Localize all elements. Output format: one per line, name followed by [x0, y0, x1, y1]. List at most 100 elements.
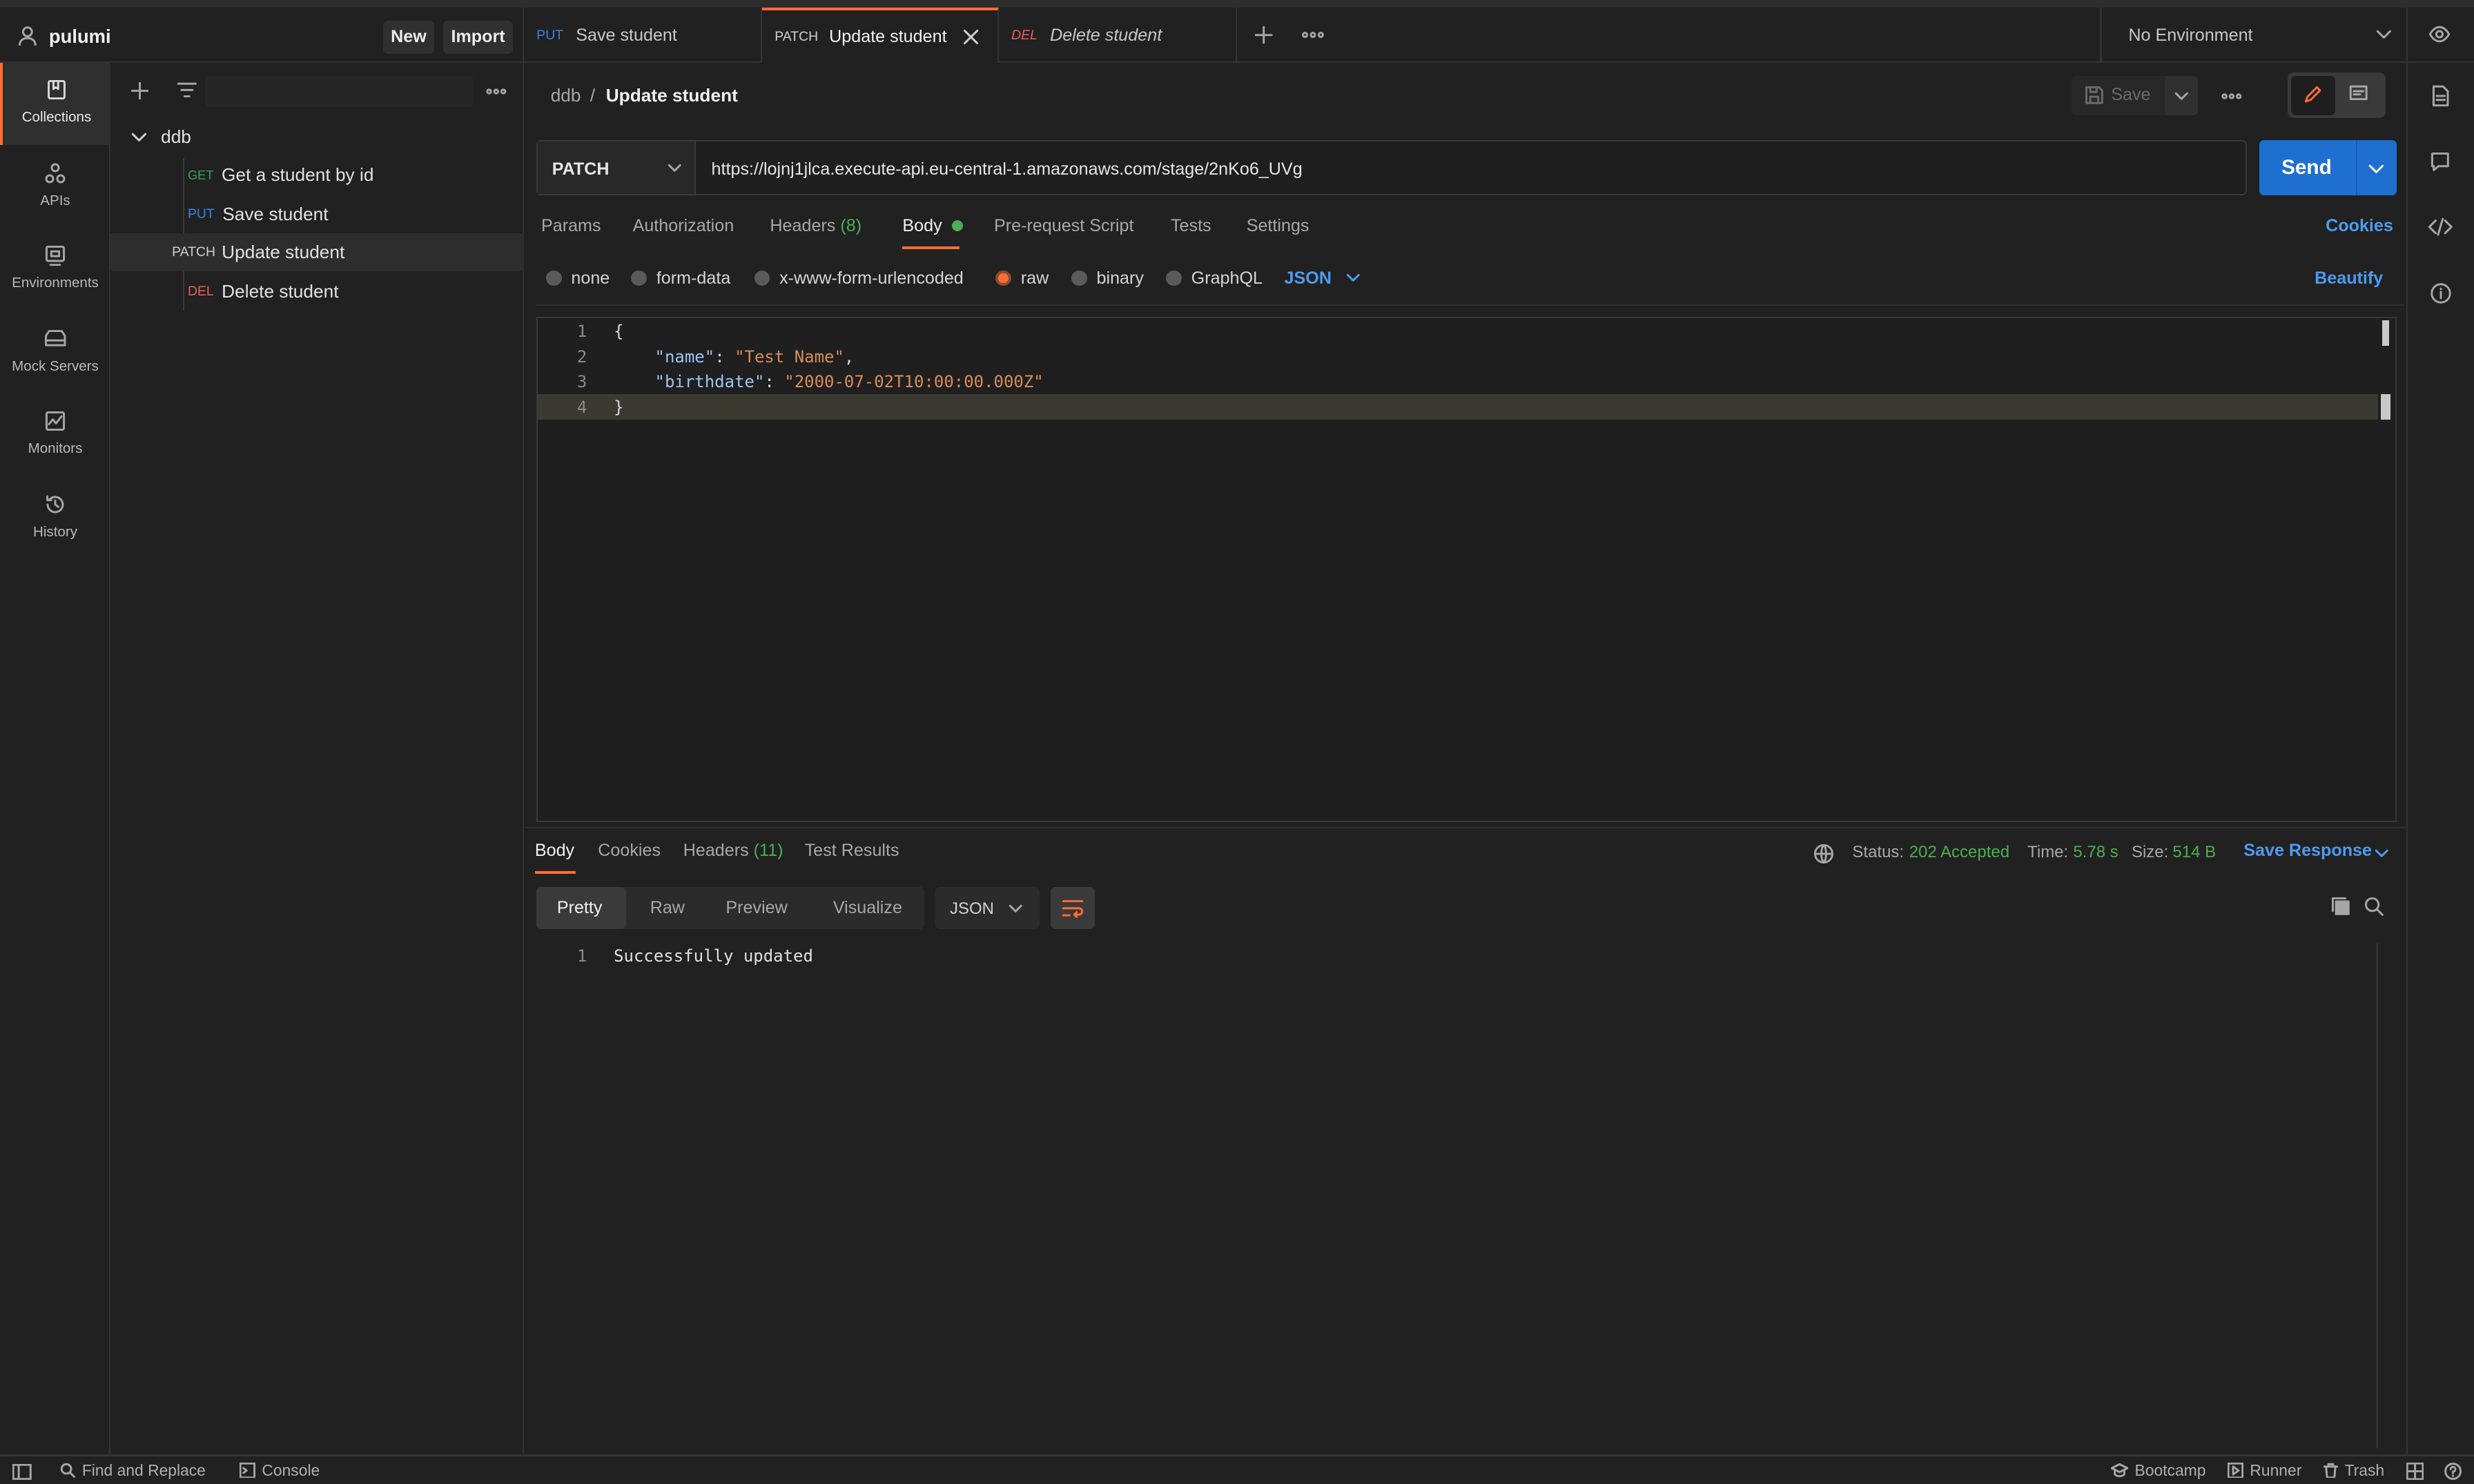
- line-number: 1: [576, 946, 587, 966]
- code-icon[interactable]: [2428, 217, 2453, 237]
- user-icon[interactable]: [17, 26, 38, 46]
- json-value: "Test Name": [734, 346, 844, 367]
- more-tabs-icon[interactable]: [1301, 31, 1324, 38]
- divider: [525, 826, 2406, 828]
- response-tab-test-results[interactable]: Test Results: [805, 841, 899, 861]
- layout-icon[interactable]: [2406, 1462, 2424, 1480]
- workspace-name[interactable]: pulumi: [49, 26, 111, 48]
- nav-history[interactable]: History: [0, 478, 110, 560]
- url-input[interactable]: https://lojnj1jlca.execute-api.eu-centra…: [712, 159, 1303, 179]
- comments-icon[interactable]: [2430, 151, 2451, 172]
- request-save-student[interactable]: PUT Save student: [110, 195, 524, 233]
- documentation-icon[interactable]: [2431, 85, 2450, 107]
- copy-icon[interactable]: [2330, 896, 2351, 917]
- graduation-cap-icon: [2111, 1463, 2129, 1477]
- search-icon[interactable]: [2364, 896, 2384, 917]
- trash-button[interactable]: Trash: [2323, 1461, 2384, 1480]
- method-badge: PUT: [187, 206, 215, 222]
- close-icon[interactable]: [962, 28, 980, 46]
- monitors-icon: [44, 410, 66, 432]
- body-format-select[interactable]: JSON: [1285, 269, 1361, 289]
- tab-body[interactable]: Body: [902, 216, 963, 236]
- more-options-icon[interactable]: [486, 88, 507, 95]
- new-button[interactable]: New: [383, 20, 434, 54]
- request-tabs-bar: PUT Save student PATCH Update student DE…: [523, 8, 2474, 64]
- import-button[interactable]: Import: [443, 20, 513, 54]
- radio-form-data[interactable]: form-data: [631, 269, 730, 289]
- chevron-down-icon[interactable]: [2375, 849, 2389, 859]
- tab-headers[interactable]: Headers (8): [770, 216, 861, 236]
- tab-tests[interactable]: Tests: [1171, 216, 1211, 236]
- response-scrollbar-track[interactable]: [2376, 943, 2378, 1449]
- runner-button[interactable]: Runner: [2228, 1461, 2301, 1480]
- response-tab-headers[interactable]: Headers (11): [683, 841, 783, 861]
- add-tab-icon[interactable]: [1254, 26, 1273, 44]
- send-button[interactable]: Send: [2281, 156, 2332, 179]
- view-raw[interactable]: Raw: [650, 898, 685, 918]
- radio-binary[interactable]: binary: [1071, 269, 1144, 289]
- request-label: Delete student: [222, 281, 339, 302]
- request-delete-student[interactable]: DEL Delete student: [110, 273, 524, 311]
- console-button[interactable]: Console: [240, 1461, 320, 1480]
- request-get-student[interactable]: GET Get a student by id: [110, 156, 524, 194]
- globe-icon[interactable]: [1813, 843, 1835, 865]
- tab-prerequest-script[interactable]: Pre-request Script: [994, 216, 1133, 236]
- nav-environments[interactable]: Environments: [0, 228, 110, 311]
- scrollbar-thumb[interactable]: [2382, 320, 2389, 346]
- tab-authorization[interactable]: Authorization: [633, 216, 734, 236]
- tab-settings[interactable]: Settings: [1247, 216, 1309, 236]
- tab-save-student[interactable]: PUT Save student: [524, 8, 762, 64]
- bootcamp-button[interactable]: Bootcamp: [2111, 1461, 2205, 1480]
- radio-label: x-www-form-urlencoded: [779, 268, 964, 288]
- nav-monitors[interactable]: Monitors: [0, 394, 110, 476]
- response-tab-cookies[interactable]: Cookies: [598, 841, 661, 861]
- chevron-down-icon[interactable]: [2368, 164, 2384, 174]
- request-update-student[interactable]: PATCH Update student: [110, 233, 524, 272]
- radio-label: raw: [1020, 268, 1049, 288]
- chevron-down-icon: [131, 133, 147, 142]
- view-visualize[interactable]: Visualize: [833, 898, 902, 918]
- radio-urlencoded[interactable]: x-www-form-urlencoded: [754, 269, 964, 289]
- method-select[interactable]: PATCH: [538, 141, 696, 194]
- toggle-sidebar-icon[interactable]: [12, 1464, 32, 1480]
- nav-apis[interactable]: APIs: [0, 147, 110, 229]
- search-input[interactable]: [205, 75, 474, 108]
- collection-ddb[interactable]: ddb: [110, 118, 524, 156]
- wrap-lines-button[interactable]: [1051, 886, 1095, 930]
- radio-none[interactable]: none: [545, 269, 610, 289]
- pencil-icon: [2303, 85, 2322, 104]
- view-pretty[interactable]: Pretty: [557, 898, 603, 918]
- save-dropdown[interactable]: [2164, 75, 2198, 115]
- find-replace-button[interactable]: Find and Replace: [60, 1461, 206, 1480]
- eye-icon[interactable]: [2428, 26, 2451, 43]
- tab-update-student[interactable]: PATCH Update student: [761, 8, 999, 64]
- divider: [536, 304, 2405, 306]
- filter-icon[interactable]: [177, 82, 197, 98]
- cookies-link[interactable]: Cookies: [2326, 216, 2393, 236]
- edit-mode-button[interactable]: [2290, 75, 2335, 115]
- environment-select[interactable]: No Environment: [2128, 26, 2252, 46]
- more-actions-icon[interactable]: [2221, 93, 2242, 99]
- view-preview[interactable]: Preview: [725, 898, 787, 918]
- nav-collections[interactable]: Collections: [0, 63, 110, 146]
- radio-raw[interactable]: raw: [995, 269, 1049, 289]
- tab-delete-student[interactable]: DEL Delete student: [999, 8, 1237, 64]
- tab-params[interactable]: Params: [541, 216, 601, 236]
- response-tab-body[interactable]: Body: [535, 841, 574, 861]
- beautify-link[interactable]: Beautify: [2315, 269, 2383, 289]
- page-title[interactable]: Update student: [606, 85, 738, 106]
- request-label: Update student: [222, 242, 345, 263]
- response-format-select[interactable]: JSON: [935, 886, 1040, 930]
- chevron-down-icon[interactable]: [2376, 30, 2392, 39]
- add-collection-icon[interactable]: [130, 81, 148, 99]
- breadcrumb-parent[interactable]: ddb: [551, 85, 581, 106]
- radio-label: form-data: [656, 268, 731, 288]
- radio-graphql[interactable]: GraphQL: [1166, 269, 1263, 289]
- save-button[interactable]: Save: [2111, 85, 2150, 105]
- radio-button: [754, 270, 770, 286]
- info-icon[interactable]: [2430, 282, 2452, 304]
- nav-mock-servers[interactable]: Mock Servers: [0, 313, 110, 395]
- help-icon[interactable]: [2444, 1462, 2462, 1480]
- comment-icon[interactable]: [2349, 85, 2368, 104]
- save-response-button[interactable]: Save Response: [2243, 841, 2372, 861]
